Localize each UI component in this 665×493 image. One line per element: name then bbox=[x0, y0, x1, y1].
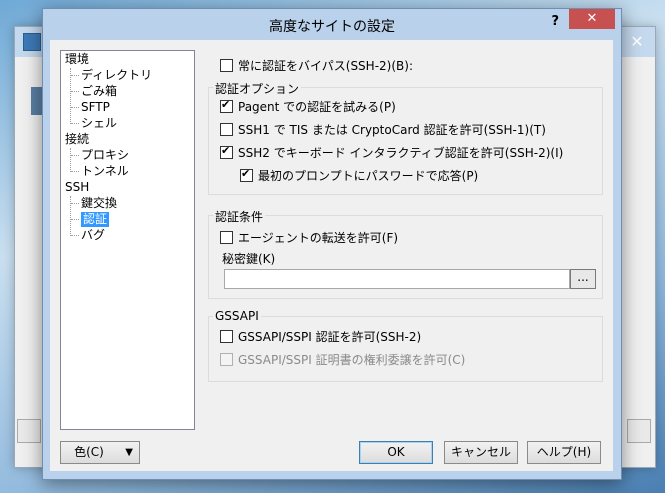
background-close-icon[interactable]: ✕ bbox=[627, 33, 647, 51]
first-prompt-label: 最初のプロンプトにパスワードで応答(P) bbox=[258, 169, 479, 183]
agent-forwarding-checkbox[interactable] bbox=[220, 231, 233, 244]
dialog-title: 高度なサイトの設定 bbox=[269, 19, 395, 35]
color-button-label: 色(C) bbox=[74, 445, 104, 459]
cancel-button[interactable]: キャンセル bbox=[444, 441, 518, 464]
tree-item-key-exchange[interactable]: 鍵交換 bbox=[81, 196, 117, 211]
first-prompt-checkbox[interactable] bbox=[240, 167, 253, 182]
background-button bbox=[17, 419, 41, 443]
tis-checkbox[interactable] bbox=[220, 123, 233, 136]
dialog-client-area: 環境 ディレクトリ ごみ箱 SFTP シェル 接続 プロキシ トンネル SSH … bbox=[50, 40, 613, 471]
color-dropdown-button[interactable]: 色(C) ▼ bbox=[60, 441, 140, 464]
gssapi-allow-checkbox[interactable] bbox=[220, 330, 233, 343]
browse-button[interactable]: ... bbox=[570, 269, 596, 289]
tree-item-tunnel[interactable]: トンネル bbox=[81, 164, 129, 179]
advanced-site-settings-dialog: 高度なサイトの設定 ? ✕ 環境 ディレクトリ ごみ箱 SFTP シェル 接続 … bbox=[42, 8, 622, 480]
keyboard-interactive-checkbox[interactable] bbox=[220, 144, 233, 159]
dialog-titlebar: 高度なサイトの設定 ? ✕ bbox=[43, 9, 621, 39]
gssapi-title: GSSAPI bbox=[213, 309, 261, 323]
help-icon[interactable]: ? bbox=[551, 14, 559, 29]
gssapi-delegate-label: GSSAPI/SSPI 証明書の権利委譲を許可(C) bbox=[238, 353, 466, 367]
auth-options-title: 認証オプション bbox=[213, 80, 302, 97]
chevron-down-icon: ▼ bbox=[125, 447, 133, 458]
tree-item-authentication[interactable]: 認証 bbox=[81, 212, 110, 227]
gssapi-group bbox=[208, 316, 603, 382]
ok-button[interactable]: OK bbox=[359, 441, 433, 464]
agent-forwarding-label: エージェントの転送を許可(F) bbox=[238, 231, 399, 245]
private-key-input[interactable] bbox=[224, 269, 570, 289]
help-button[interactable]: ヘルプ(H) bbox=[527, 441, 601, 464]
tree-item-ssh[interactable]: SSH bbox=[65, 180, 89, 195]
bypass-auth-label: 常に認証をバイパス(SSH-2)(B): bbox=[238, 59, 413, 73]
tree-item-connection[interactable]: 接続 bbox=[65, 132, 89, 147]
close-button[interactable]: ✕ bbox=[569, 9, 615, 29]
pageant-checkbox[interactable] bbox=[220, 98, 233, 113]
private-key-label: 秘密鍵(K) bbox=[222, 252, 276, 266]
gssapi-delegate-checkbox bbox=[220, 353, 233, 366]
auth-params-title: 認証条件 bbox=[213, 208, 266, 225]
tree-item-trash[interactable]: ごみ箱 bbox=[81, 84, 117, 99]
tree-item-sftp[interactable]: SFTP bbox=[81, 100, 110, 115]
background-button bbox=[627, 419, 651, 443]
keyboard-interactive-label: SSH2 でキーボード インタラクティブ認証を許可(SSH-2)(I) bbox=[238, 146, 564, 160]
tree-item-shell[interactable]: シェル bbox=[81, 116, 117, 131]
app-icon bbox=[23, 33, 41, 51]
bypass-auth-checkbox[interactable] bbox=[220, 59, 233, 72]
tis-label: SSH1 で TIS または CryptoCard 認証を許可(SSH-1)(T… bbox=[238, 123, 546, 137]
tree-item-proxy[interactable]: プロキシ bbox=[81, 148, 129, 163]
tree-item-environment[interactable]: 環境 bbox=[65, 52, 89, 67]
tree-item-directory[interactable]: ディレクトリ bbox=[81, 68, 152, 83]
settings-tree[interactable]: 環境 ディレクトリ ごみ箱 SFTP シェル 接続 プロキシ トンネル SSH … bbox=[60, 50, 195, 430]
pageant-label: Pagent での認証を試みる(P) bbox=[238, 100, 396, 114]
gssapi-allow-label: GSSAPI/SSPI 認証を許可(SSH-2) bbox=[238, 330, 422, 344]
tree-item-bugs[interactable]: バグ bbox=[81, 228, 105, 243]
